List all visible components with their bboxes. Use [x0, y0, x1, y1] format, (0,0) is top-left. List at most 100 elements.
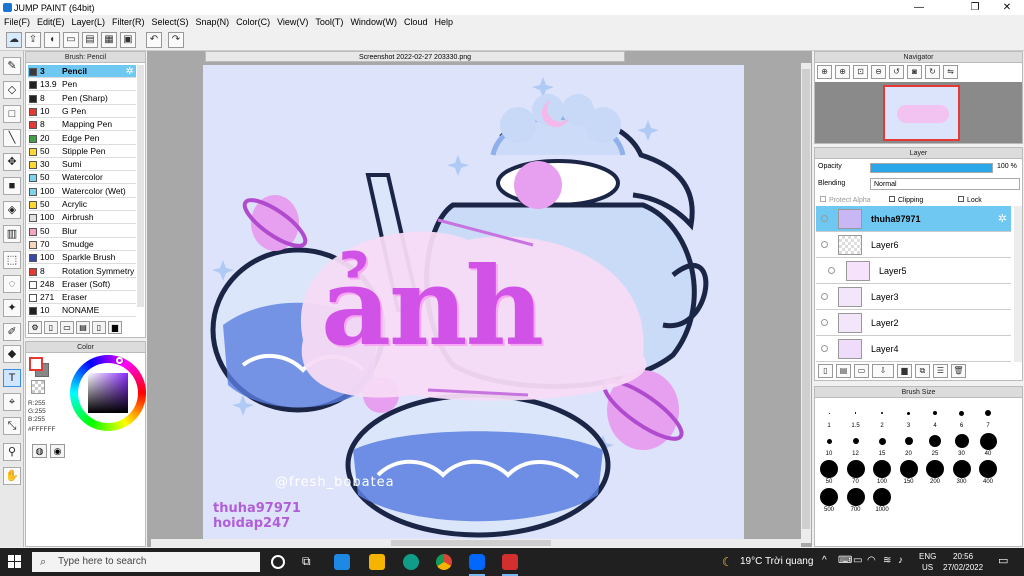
wifi-icon[interactable]: ≋ — [883, 555, 891, 566]
brush-item[interactable]: 20 Edge Pen — [28, 132, 136, 145]
maximize-button[interactable]: ❐ — [960, 0, 990, 15]
hue-handle[interactable] — [116, 357, 123, 364]
menu-cloud[interactable]: Cloud — [404, 17, 428, 27]
visibility-icon[interactable] — [821, 345, 828, 352]
brush-size-option[interactable]: 20 — [898, 431, 920, 457]
menu-layer[interactable]: Layer(L) — [72, 17, 106, 27]
brush-size-option[interactable]: 1 — [818, 403, 840, 429]
lasso-tool-icon[interactable]: ◌ — [3, 275, 21, 293]
new-layer-plus-icon[interactable]: ▤ — [836, 364, 851, 378]
minimize-button[interactable]: — — [904, 0, 934, 15]
brush-size-option[interactable]: 70 — [845, 459, 867, 485]
menu-filter[interactable]: Filter(R) — [112, 17, 145, 27]
zoom-fit-icon[interactable]: ⊕ — [817, 65, 832, 79]
brush-size-option[interactable]: 400 — [977, 459, 999, 485]
lang-line-2[interactable]: US — [922, 563, 933, 572]
select-tool-icon[interactable]: ⬚ — [3, 251, 21, 269]
brush-item[interactable]: 50 Stipple Pen — [28, 145, 136, 158]
zoom-in-icon[interactable]: ⊕ — [835, 65, 850, 79]
cloud-icon[interactable]: ☁ — [6, 32, 22, 48]
layer-mode-icon[interactable]: ⇩ — [872, 364, 894, 378]
brush-size-option[interactable]: 40 — [977, 431, 999, 457]
fill-shape-icon[interactable]: ■ — [3, 177, 21, 195]
layout-icon[interactable]: ▣ — [120, 32, 136, 48]
menu-help[interactable]: Help — [434, 17, 453, 27]
document-icon[interactable]: ▤ — [82, 32, 98, 48]
comment-icon[interactable]: ◖ — [44, 32, 60, 48]
copy-layer-icon[interactable]: ▭ — [854, 364, 869, 378]
brush-size-option[interactable]: 3 — [898, 403, 920, 429]
brush-size-option[interactable]: 1000 — [871, 487, 893, 513]
layer-scrollbar[interactable] — [1014, 206, 1022, 362]
brush-size-option[interactable]: 150 — [898, 459, 920, 485]
lang-line-1[interactable]: ENG — [919, 552, 936, 561]
merge-icon[interactable]: ⧉ — [915, 364, 930, 378]
line-tool-icon[interactable]: ╲ — [3, 129, 21, 147]
brush-item[interactable]: 8 Mapping Pen — [28, 118, 136, 132]
eyedropper-icon[interactable]: ⚲ — [3, 443, 21, 461]
brush-size-option[interactable]: 500 — [818, 487, 840, 513]
brush-page-icon[interactable]: ▯ — [92, 321, 106, 334]
operation-tool-icon[interactable]: ⌖ — [3, 393, 21, 411]
text-tool-icon[interactable]: T — [3, 369, 21, 387]
brush-settings-icon[interactable]: ✲ — [126, 65, 134, 78]
menu-tool[interactable]: Tool(T) — [315, 17, 343, 27]
select-pen-icon[interactable]: ✐ — [3, 323, 21, 341]
brush-item[interactable]: 10 G Pen — [28, 105, 136, 118]
undo-icon[interactable]: ↶ — [146, 32, 162, 48]
brush-size-option[interactable]: 1.5 — [845, 403, 867, 429]
layer-row[interactable]: Layer6 — [816, 232, 1011, 258]
brush-item[interactable]: 13.9 Pen — [28, 78, 136, 92]
close-button[interactable]: ✕ — [992, 0, 1022, 15]
protect-alpha-checkbox[interactable] — [820, 196, 826, 202]
layer-settings-icon[interactable]: ✲ — [998, 206, 1007, 232]
clock-time[interactable]: 20:56 — [953, 552, 973, 561]
brush-size-option[interactable]: 7 — [977, 403, 999, 429]
upload-icon[interactable]: ⇪ — [25, 32, 41, 48]
eraser-tool-icon[interactable]: ◇ — [3, 81, 21, 99]
layer-row[interactable]: thuha97971 ✲ — [816, 206, 1011, 232]
layer-row[interactable]: Layer5 — [816, 258, 1011, 284]
brush-folder-icon[interactable]: ▆ — [108, 321, 122, 334]
brush-size-option[interactable]: 50 — [818, 459, 840, 485]
brush-size-option[interactable]: 25 — [924, 431, 946, 457]
color-set-icon[interactable]: ◉ — [50, 444, 65, 458]
menu-edit[interactable]: Edit(E) — [37, 17, 65, 27]
brush-size-option[interactable]: 100 — [871, 459, 893, 485]
visibility-icon[interactable] — [821, 241, 828, 248]
brush-settings-icon[interactable]: ⚙ — [28, 321, 42, 334]
rotate-right-icon[interactable]: ↻ — [925, 65, 940, 79]
brush-item[interactable]: 271 Eraser — [28, 291, 136, 305]
cortana-icon[interactable] — [271, 555, 285, 569]
brush-item[interactable]: 100 Watercolor (Wet) — [28, 185, 136, 198]
brush-item[interactable]: 8 Pen (Sharp) — [28, 92, 136, 105]
brush-item[interactable]: 3 Pencil ✲ — [28, 65, 136, 78]
clock-date[interactable]: 27/02/2022 — [943, 563, 983, 572]
brush-item[interactable]: 248 Eraser (Soft) — [28, 278, 136, 291]
brush-item[interactable]: 8 Rotation Symmetry — [28, 265, 136, 278]
brush-copy-icon[interactable]: ▤ — [76, 321, 90, 334]
brush-size-option[interactable]: 10 — [818, 431, 840, 457]
brush-scrollbar[interactable] — [137, 65, 144, 307]
transparent-color-swatch[interactable] — [31, 380, 45, 394]
brush-item[interactable]: 100 Airbrush — [28, 211, 136, 225]
canvas-vertical-scrollbar[interactable] — [801, 63, 811, 543]
visibility-icon[interactable] — [828, 267, 835, 274]
jump-paint-icon[interactable] — [502, 554, 518, 570]
file-explorer-icon[interactable] — [369, 554, 385, 570]
menu-view[interactable]: View(V) — [277, 17, 308, 27]
palette-icon[interactable]: ◍ — [32, 444, 47, 458]
brush-item[interactable]: 10 NONAME — [28, 304, 136, 318]
blending-select[interactable]: Normal — [870, 178, 1020, 190]
visibility-icon[interactable] — [821, 319, 828, 326]
brush-size-option[interactable]: 700 — [845, 487, 867, 513]
hand-tool-icon[interactable]: ✋ — [3, 467, 21, 485]
zoom-out-icon[interactable]: ⊖ — [871, 65, 886, 79]
windows-start-icon[interactable] — [8, 555, 21, 568]
weather-text[interactable]: 19°C Trời quang — [740, 556, 813, 567]
brush-add-icon[interactable]: ▭ — [60, 321, 74, 334]
chrome-icon[interactable] — [436, 554, 452, 570]
rotate-left-icon[interactable]: ↺ — [889, 65, 904, 79]
zoom-actual-icon[interactable]: ⊡ — [853, 65, 868, 79]
task-view-icon[interactable]: ⧉ — [302, 554, 311, 569]
